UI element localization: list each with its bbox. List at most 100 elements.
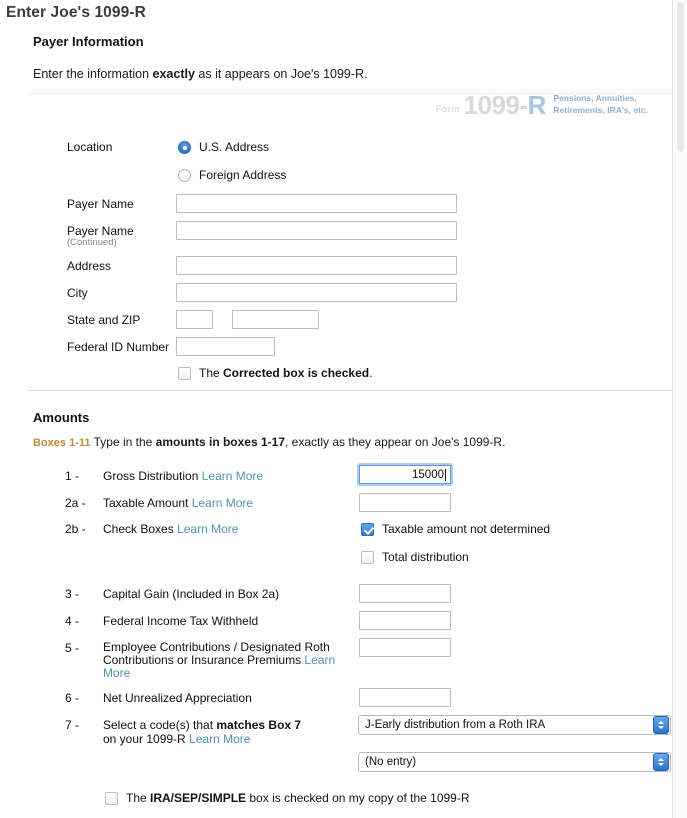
row-1-number: 1 - [65, 469, 80, 483]
taxable-amount-input[interactable] [359, 493, 451, 512]
payer-intro-bold: exactly [152, 67, 195, 81]
zip-input[interactable] [232, 310, 319, 329]
text-cursor [445, 468, 446, 481]
ira-bold: IRA/SEP/SIMPLE [150, 791, 247, 805]
box7-code-select-1[interactable]: J-Early distribution from a Roth IRA [358, 715, 671, 735]
row-2b-label: Check Boxes Learn More [103, 522, 238, 536]
payer-name-continued-main: Payer Name [67, 224, 134, 238]
state-zip-label: State and ZIP [67, 313, 141, 327]
federal-id-input[interactable] [176, 337, 275, 356]
row-2b-learn-more-link[interactable]: Learn More [177, 522, 238, 536]
row-4-number: 4 - [65, 614, 80, 628]
radio-foreign-address-icon[interactable] [178, 168, 191, 182]
payer-name-label: Payer Name [67, 197, 134, 211]
checkbox-ira-sep-simple-icon[interactable] [105, 792, 118, 805]
checkbox-ira-sep-simple[interactable]: The IRA/SEP/SIMPLE box is checked on my … [105, 791, 470, 806]
row-5-number: 5 - [65, 641, 80, 655]
row-7-label: Select a code(s) that matches Box 7 on y… [103, 718, 353, 746]
row-1-label: Gross Distribution Learn More [103, 469, 263, 483]
form-1099r-banner: Form 1099- R Pensions, Annuities, Retire… [436, 92, 648, 118]
corrected-prefix: The [199, 366, 224, 380]
banner-form-number: 1099- [463, 90, 529, 120]
row-5-line1: Employee Contributions / Designated Roth [103, 640, 330, 654]
corrected-suffix: . [369, 366, 373, 380]
row-7-learn-more-link[interactable]: Learn More [189, 732, 250, 746]
vertical-scrollbar-thumb[interactable] [677, 2, 684, 152]
banner-description: Pensions, Annuities, Retirements, IRA's,… [553, 93, 648, 116]
payer-name-continued-input[interactable] [176, 221, 457, 240]
boxes-range-tag: Boxes 1-11 [33, 437, 91, 449]
ira-suffix: box is checked on my copy of the 1099-R [246, 791, 470, 805]
checkbox-taxable-not-determined-icon[interactable] [361, 523, 374, 536]
checkbox-total-distribution-label: Total distribution [382, 550, 469, 564]
federal-id-label: Federal ID Number [67, 340, 170, 354]
radio-us-address-icon[interactable] [178, 140, 191, 154]
amounts-intro-text: Boxes 1-11 Type in the amounts in boxes … [33, 435, 505, 449]
row-7-line1-a: Select a code(s) that [103, 718, 217, 732]
payer-intro-suffix: as it appears on Joe's 1099-R. [194, 67, 368, 81]
location-label: Location [67, 140, 113, 154]
row-5-learn-more-link-b[interactable]: More [103, 666, 130, 680]
payer-name-input[interactable] [176, 194, 457, 213]
page-title: Enter Joe's 1099-R [6, 4, 146, 21]
radio-foreign-address-label: Foreign Address [199, 168, 287, 182]
checkbox-taxable-not-determined-label: Taxable amount not determined [382, 522, 551, 536]
row-2b-text: Check Boxes [103, 522, 174, 536]
city-input[interactable] [176, 283, 457, 302]
row-7-number: 7 - [65, 718, 80, 732]
box7-code-select-2-value: (No entry) [365, 756, 417, 768]
payer-intro-prefix: Enter the information [33, 67, 153, 81]
gross-distribution-input[interactable]: 15000 [359, 465, 451, 484]
box7-code-select-1-stepper-icon[interactable] [653, 716, 669, 734]
banner-desc-line1: Pensions, Annuities, [553, 93, 637, 104]
row-2a-label: Taxable Amount Learn More [103, 496, 253, 510]
box7-code-select-2[interactable]: (No entry) [358, 752, 671, 772]
row-7-line2-a: on your 1099-R [103, 732, 190, 746]
row-5-learn-more-link-a[interactable]: Learn [304, 653, 335, 667]
ira-prefix: The [126, 791, 151, 805]
radio-us-address-label: U.S. Address [199, 140, 270, 154]
vertical-scrollbar[interactable] [672, 0, 687, 818]
banner-desc-line2: Retirements, IRA's, etc. [553, 104, 648, 115]
radio-foreign-address[interactable]: Foreign Address [178, 168, 286, 182]
banner-form-letter: R [527, 90, 547, 120]
banner-form-word: Form [435, 104, 460, 114]
row-2a-learn-more-link[interactable]: Learn More [192, 496, 253, 510]
checkbox-total-distribution-icon[interactable] [361, 551, 374, 564]
corrected-bold: Corrected box is checked [223, 366, 370, 380]
divider-middle [28, 390, 672, 391]
amounts-heading: Amounts [33, 410, 90, 425]
row-4-label: Federal Income Tax Withheld [103, 614, 259, 628]
gross-distribution-value: 15000 [412, 468, 444, 481]
row-5-line2: Contributions or Insurance Premiums [103, 653, 305, 667]
row-1-learn-more-link[interactable]: Learn More [202, 469, 263, 483]
row-7-line1-bold: matches Box 7 [216, 718, 302, 732]
state-input[interactable] [176, 310, 213, 329]
federal-income-tax-withheld-input[interactable] [359, 611, 451, 630]
checkbox-total-distribution[interactable]: Total distribution [361, 550, 469, 565]
row-5-label: Employee Contributions / Designated Roth… [103, 641, 348, 680]
checkbox-taxable-not-determined[interactable]: Taxable amount not determined [361, 522, 550, 537]
row-6-label: Net Unrealized Appreciation [103, 691, 252, 705]
capital-gain-input[interactable] [359, 584, 451, 603]
box7-code-select-2-stepper-icon[interactable] [653, 753, 669, 771]
address-label: Address [67, 259, 112, 273]
row-6-number: 6 - [65, 691, 80, 705]
row-2b-number: 2b - [65, 522, 86, 536]
form-page: Enter Joe's 1099-R Payer Information Ent… [0, 0, 687, 818]
radio-us-address[interactable]: U.S. Address [178, 140, 269, 154]
corrected-box-checkbox-icon[interactable] [178, 367, 191, 380]
address-input[interactable] [176, 256, 457, 275]
amounts-intro-bold: amounts in boxes 1-17 [155, 435, 286, 449]
corrected-box-checkbox[interactable]: The Corrected box is checked. [178, 366, 372, 381]
row-3-label: Capital Gain (Included in Box 2a) [103, 587, 280, 601]
box7-code-select-1-value: J-Early distribution from a Roth IRA [365, 719, 546, 731]
row-3-number: 3 - [65, 587, 80, 601]
corrected-box-label: The Corrected box is checked. [199, 366, 372, 381]
row-2a-text: Taxable Amount [103, 496, 189, 510]
employee-contributions-input[interactable] [359, 638, 451, 657]
city-label: City [67, 286, 88, 300]
payer-intro-text: Enter the information exactly as it appe… [33, 67, 368, 81]
row-2a-number: 2a - [65, 496, 86, 510]
net-unrealized-appreciation-input[interactable] [359, 688, 451, 707]
